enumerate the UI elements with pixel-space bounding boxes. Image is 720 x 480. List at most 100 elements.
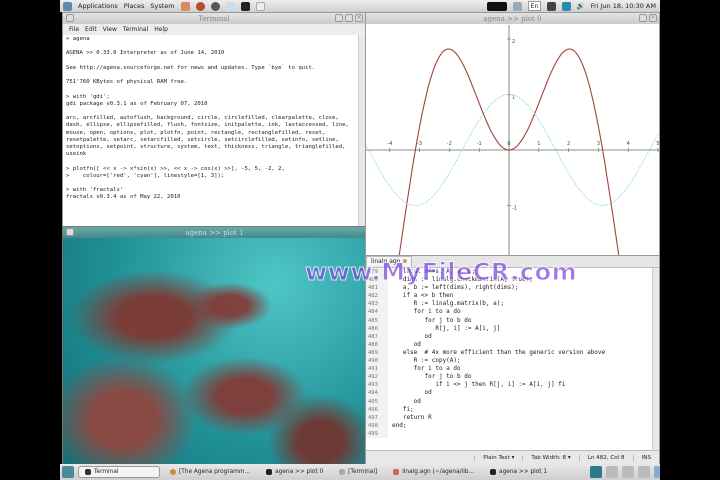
gnome-foot-icon[interactable]	[63, 1, 72, 11]
code-line: 495 od	[366, 397, 651, 406]
show-desktop-icon[interactable]	[62, 466, 74, 478]
terminal-icon	[85, 469, 91, 475]
line-text: for i to a do	[392, 308, 461, 316]
code-line: 494 od	[366, 389, 651, 398]
task-terminal[interactable]: Terminal	[78, 466, 160, 478]
minimize-button[interactable]	[335, 14, 343, 22]
terminal-line: > with 'fractals'	[66, 187, 124, 194]
code-line: 485 for j to b do	[366, 316, 651, 325]
plot-icon	[266, 469, 273, 475]
line-text: od	[392, 340, 421, 348]
series-x-sin-x-	[398, 48, 620, 255]
task-browser[interactable]: [The Agena programm...	[164, 467, 256, 477]
editor-statusbar: Plain Text ▾ Tab Width: 8 ▾ Ln 482, Col …	[366, 450, 659, 464]
line-text: R[j, i] := A[i, j]	[392, 324, 501, 332]
language-selector[interactable]: Plain Text ▾	[474, 454, 522, 461]
line-text: return R	[392, 413, 432, 421]
line-text: R := copy(A);	[392, 357, 461, 365]
editor-scrollbar[interactable]	[652, 268, 659, 450]
minimize-button[interactable]	[639, 14, 647, 22]
code-line: 499	[366, 429, 651, 438]
terminal-scrollbar[interactable]	[358, 35, 365, 227]
task-plot0[interactable]: agena >> plot 0	[260, 467, 329, 477]
menu-terminal[interactable]: Terminal	[123, 26, 148, 33]
terminal-line: See http://agena.sourceforge.net for new…	[66, 64, 316, 71]
menu-applications[interactable]: Applications	[78, 2, 118, 10]
terminal-line: 751'760 KBytes of physical RAM free.	[66, 79, 188, 86]
menu-places[interactable]: Places	[124, 2, 145, 10]
task-plot1[interactable]: agena >> plot 1	[484, 467, 553, 477]
browser-icon[interactable]	[195, 1, 205, 11]
terminal-output[interactable]: > agena AGENA >> 0.33.0 Interpreter as of…	[63, 35, 358, 225]
line-text: R := linalg.matrix(b, a);	[392, 300, 504, 308]
mail-icon[interactable]	[210, 1, 220, 11]
workspace-2[interactable]	[606, 466, 618, 478]
line-text: od	[392, 397, 421, 405]
line-number: 494	[366, 389, 388, 398]
line-text: for j to b do	[392, 373, 472, 381]
x-tick-label: 4	[627, 141, 630, 147]
plot1-titlebar[interactable]: agena >> plot 1	[63, 227, 366, 238]
code-line: 491 for i to a do	[366, 365, 651, 374]
terminal-launcher-icon[interactable]	[240, 1, 250, 11]
maximize-button[interactable]	[345, 14, 353, 22]
line-text: end;	[392, 421, 407, 429]
editor-icon[interactable]	[225, 1, 235, 11]
code-line: 489 else # 4x more efficient than the ge…	[366, 348, 651, 358]
close-button[interactable]: ×	[649, 14, 657, 22]
menu-file[interactable]: File	[69, 26, 79, 33]
window-title: agena >> plot 1	[185, 228, 244, 237]
task-terminal2[interactable]: [Terminal]	[333, 467, 383, 477]
line-number: 490	[366, 357, 388, 366]
line-number: 491	[366, 365, 388, 374]
code-editor[interactable]: 479 local dims, A, a, b; 480 dims := lina…	[366, 268, 651, 450]
system-monitor-icon	[487, 1, 508, 11]
line-number: 486	[366, 324, 388, 333]
close-button[interactable]: ×	[355, 14, 363, 22]
line-number: 484	[366, 308, 388, 317]
watermark: www.MyFileCR.com	[304, 258, 578, 287]
window-title: Terminal	[198, 14, 230, 23]
plot-icon	[490, 469, 497, 475]
task-editor[interactable]: linalg.agn (~/agena/lib...	[387, 467, 480, 477]
home-icon[interactable]	[180, 1, 190, 11]
line-text: fi;	[392, 405, 414, 413]
menu-help[interactable]: Help	[154, 26, 168, 33]
browser-icon	[170, 469, 176, 475]
volume-icon[interactable]: 🔊	[577, 2, 585, 10]
workspace-1[interactable]	[590, 466, 602, 478]
code-line: 482 if a <> b then	[366, 292, 651, 301]
window-menu-button[interactable]	[66, 228, 74, 236]
x-tick-label: 3	[597, 141, 600, 147]
trash-icon[interactable]	[654, 466, 660, 478]
terminal-line: AGENA >> 0.33.0 Interpreter as of June 1…	[66, 50, 225, 57]
plot-chart: -4-3-2-101234521-1-2	[366, 25, 659, 255]
help-icon[interactable]	[255, 1, 265, 11]
task-label: linalg.agn (~/agena/lib...	[402, 469, 475, 475]
menu-view[interactable]: View	[103, 26, 117, 33]
window-title: agena >> plot 0	[483, 14, 542, 23]
battery-icon[interactable]	[561, 1, 571, 11]
window-menu-button[interactable]	[66, 14, 74, 22]
line-text: od	[392, 332, 432, 340]
keyboard-layout[interactable]: En	[528, 1, 541, 11]
terminal-line: > plotfn([ << x -> x*sin(x) >>, << x -> …	[66, 165, 285, 172]
code-line: 488 od	[366, 340, 651, 349]
network-icon[interactable]	[513, 1, 523, 11]
menu-system[interactable]: System	[150, 2, 174, 10]
terminal-titlebar[interactable]: Terminal ×	[63, 13, 365, 24]
plot0-titlebar[interactable]: agena >> plot 0 ×	[366, 13, 659, 24]
update-icon[interactable]	[546, 1, 556, 11]
cursor-position: Ln 482, Col 8	[578, 454, 633, 461]
tab-width-selector[interactable]: Tab Width: 8 ▾	[522, 454, 578, 461]
line-number: 497	[366, 413, 388, 422]
code-line: 492 for j to b do	[366, 373, 651, 382]
menu-edit[interactable]: Edit	[85, 26, 97, 33]
terminal-menubar: File Edit View Terminal Help	[63, 24, 365, 35]
workspace-3[interactable]	[622, 466, 634, 478]
workspace-4[interactable]	[638, 466, 650, 478]
clock[interactable]: Fri Jun 18, 10:30 AM	[591, 2, 660, 10]
